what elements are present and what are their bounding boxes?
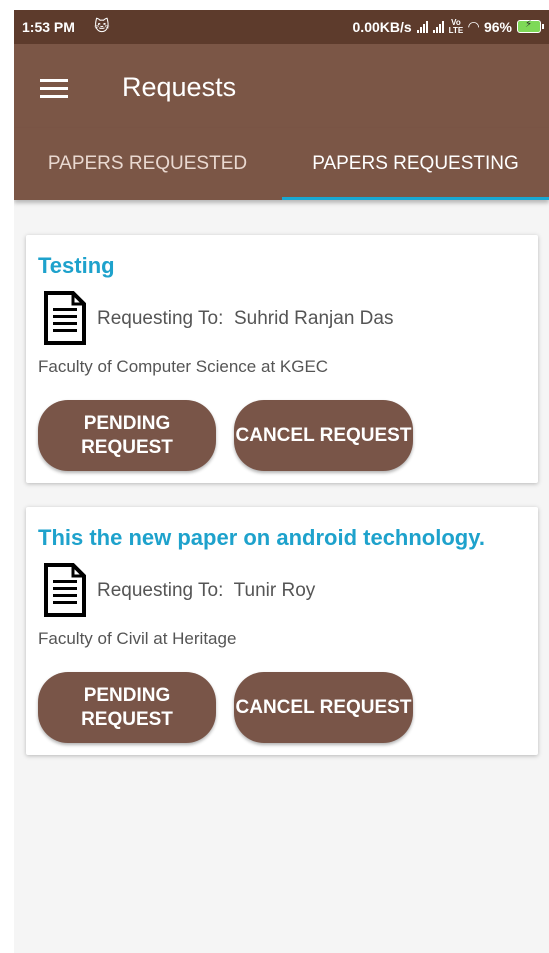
signal-icon-2 [432,20,444,33]
requesting-to-label: Requesting To: [97,308,224,329]
cancel-request-button[interactable]: CANCEL REQUEST [234,400,413,471]
faculty-text: Faculty of Computer Science at KGEC [38,357,329,376]
requesting-to-name: Suhrid Ranjan Das [233,308,394,329]
pending-request-label: PENDING REQUEST [81,684,173,730]
requesting-to: Requesting To: Tunir Roy [97,580,315,602]
pending-request-label: PENDING REQUEST [81,412,173,458]
hamburger-menu-icon[interactable] [40,79,68,99]
document-icon [44,291,86,345]
paper-title: This the new paper on android technology… [38,525,485,550]
tab-papers-requesting[interactable]: PAPERS REQUESTING [282,128,549,200]
request-card: Testing Requesting To: Suhrid Ranjan Das… [26,235,538,483]
battery-level: 96% [483,18,512,35]
pending-request-button[interactable]: PENDING REQUEST [38,672,216,743]
battery-icon: ⚡ [517,19,544,33]
request-card: This the new paper on android technology… [26,507,538,755]
cancel-request-label: CANCEL REQUEST [235,696,412,718]
cancel-request-button[interactable]: CANCEL REQUEST [234,672,413,743]
pending-request-button[interactable]: PENDING REQUEST [38,400,216,471]
requesting-to: Requesting To: Suhrid Ranjan Das [97,308,393,330]
tab-indicator [282,197,549,200]
signal-icon [416,20,428,33]
notification-icon: 🐱 [94,18,110,35]
page-title: Requests [122,72,237,102]
requesting-to-label: Requesting To: [97,580,224,601]
status-bar: 1:53 PM 🐱 0.00KB/s Vo LTE ◠ 96% ⚡ [14,10,549,44]
app-toolbar: Requests [14,44,549,128]
wifi-icon: ◠ [468,18,479,34]
faculty-text: Faculty of Civil at Heritage [38,629,237,648]
status-time: 1:53 PM [22,19,75,35]
document-icon [44,563,86,617]
phone-screen: 1:53 PM 🐱 0.00KB/s Vo LTE ◠ 96% ⚡ Request… [14,10,549,953]
tab-bar: PAPERS REQUESTED PAPERS REQUESTING [14,128,549,200]
cancel-request-label: CANCEL REQUEST [235,424,412,446]
volte-icon: Vo LTE [448,17,464,35]
paper-title: Testing [38,253,115,278]
status-right-group: 0.00KB/s Vo LTE ◠ 96% ⚡ [352,17,544,35]
tab-papers-requested[interactable]: PAPERS REQUESTED [14,128,281,200]
network-speed: 0.00KB/s [352,18,412,35]
requesting-to-name: Tunir Roy [233,580,316,601]
